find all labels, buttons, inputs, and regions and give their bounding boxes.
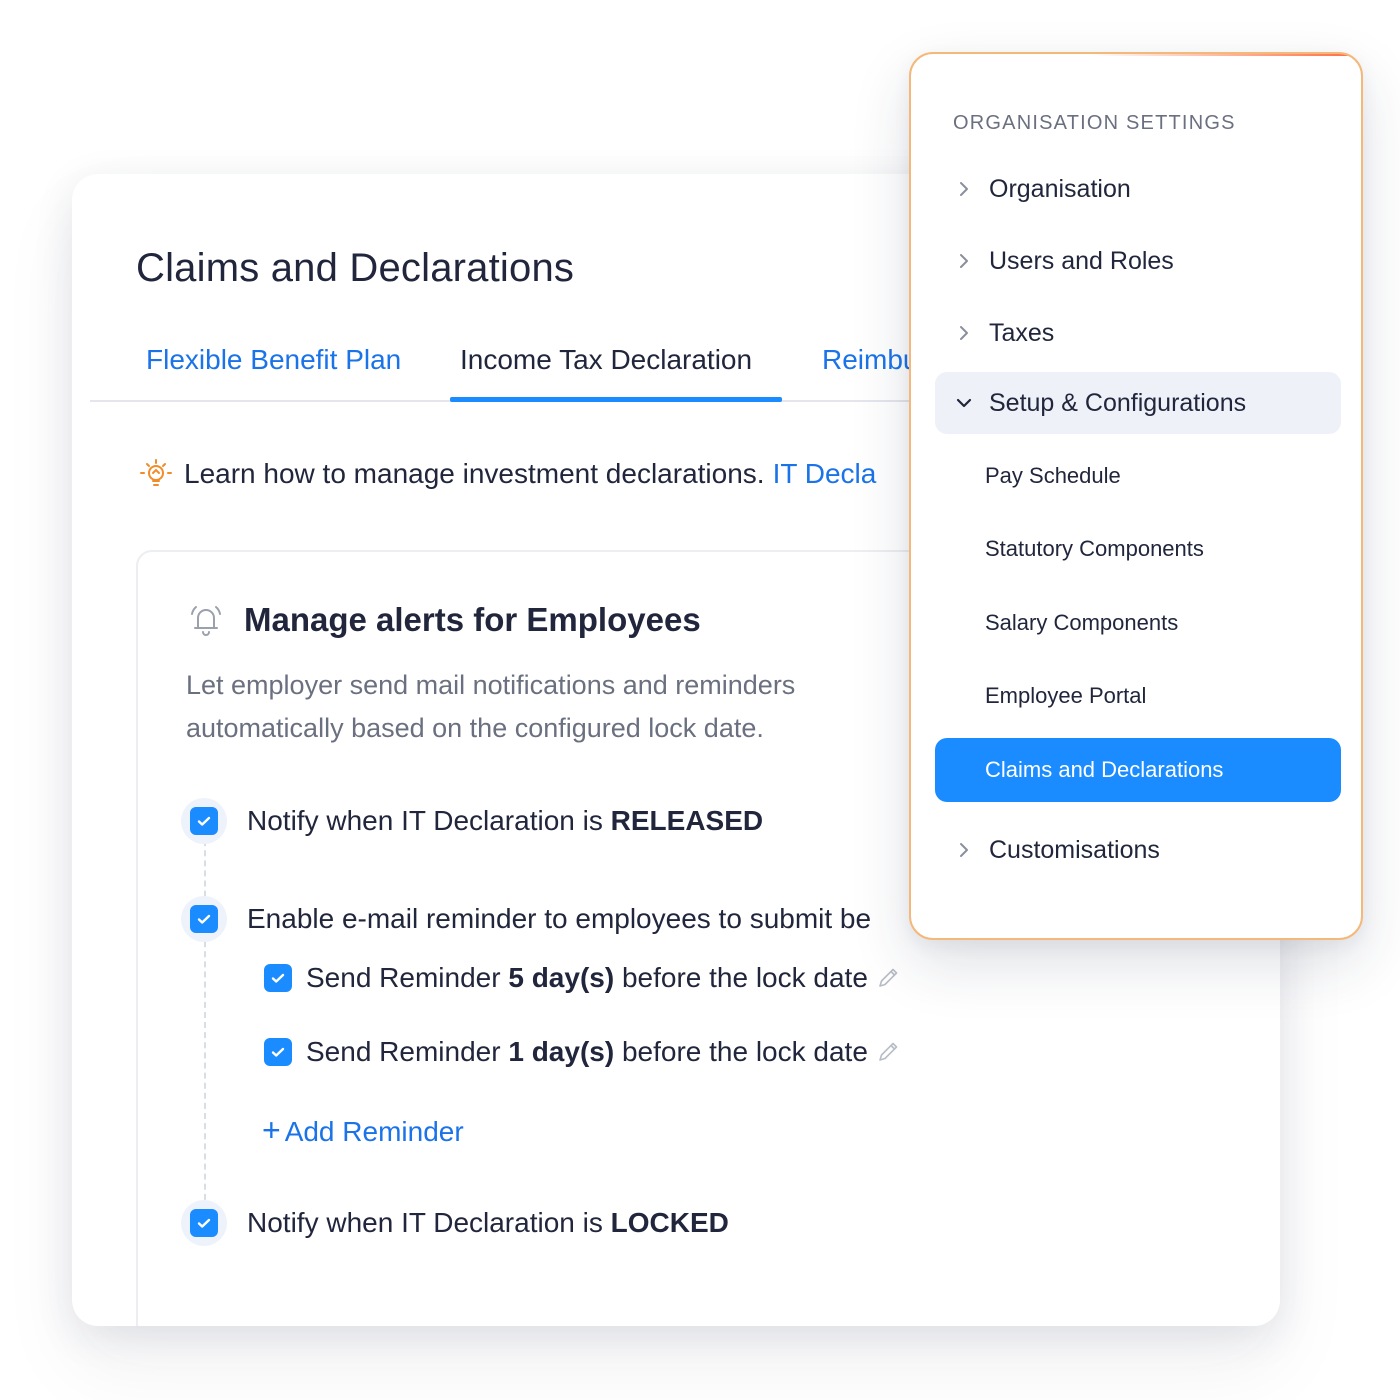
page-title: Claims and Declarations — [136, 246, 575, 290]
sub-item-pay-schedule[interactable]: Pay Schedule — [935, 444, 1341, 508]
tab-flexible-benefit-plan[interactable]: Flexible Benefit Plan — [146, 344, 401, 376]
check-icon — [197, 914, 211, 924]
nav-item-label: Customisations — [989, 835, 1160, 864]
check-icon — [197, 1218, 211, 1228]
learn-text: Learn how to manage investment declarati… — [184, 458, 765, 489]
checkbox-checked[interactable] — [190, 1209, 218, 1237]
alerts-description: Let employer send mail notifications and… — [186, 670, 796, 743]
reminder-days: 5 day(s) — [508, 962, 615, 993]
tab-reimbursement[interactable]: Reimbu — [822, 344, 918, 376]
email-reminder-label: Enable e-mail reminder to employees to s… — [247, 903, 872, 934]
alerts-title: Manage alerts for Employees — [244, 601, 701, 638]
chevron-right-icon — [960, 843, 968, 857]
sub-item-claims-and-declarations[interactable]: Claims and Declarations — [935, 738, 1341, 802]
nav-item-label: Setup & Configurations — [989, 388, 1247, 417]
email-reminder-checkbox[interactable] — [181, 896, 227, 942]
add-reminder-link[interactable]: + Add Reminder — [262, 1112, 464, 1149]
panel-heading: ORGANISATION SETTINGS — [953, 112, 1236, 134]
reminder-suffix: before the lock date — [614, 1036, 868, 1067]
reminder-suffix: before the lock date — [614, 962, 868, 993]
sub-item-employee-portal[interactable]: Employee Portal — [935, 664, 1341, 728]
lightbulb-icon — [140, 459, 172, 486]
checkbox-checked[interactable] — [190, 905, 218, 933]
tab-income-tax-declaration[interactable]: Income Tax Declaration — [460, 344, 752, 376]
reminder-prefix: Send Reminder — [306, 962, 509, 993]
reminder-5-days-checkbox[interactable] — [264, 964, 292, 992]
check-icon — [271, 1047, 285, 1057]
edit-pencil-icon[interactable] — [874, 964, 902, 992]
nav-item-organisation[interactable]: Organisation — [935, 158, 1341, 220]
released-status: RELEASED — [610, 805, 764, 836]
reminder-1-day-checkbox[interactable] — [264, 1038, 292, 1066]
email-reminder-row: Enable e-mail reminder to employees to s… — [181, 896, 871, 942]
chevron-right-icon — [960, 182, 968, 196]
reminder-row: Send Reminder 1 day(s) before the lock d… — [264, 1036, 902, 1068]
check-icon — [271, 973, 285, 983]
nav-item-customisations[interactable]: Customisations — [935, 819, 1341, 881]
notify-locked-checkbox[interactable] — [181, 1200, 227, 1246]
check-icon — [197, 816, 211, 826]
checkbox-checked[interactable] — [190, 807, 218, 835]
notify-released-checkbox[interactable] — [181, 798, 227, 844]
notify-locked-label: Notify when IT Declaration is — [247, 1207, 611, 1238]
locked-status: LOCKED — [610, 1207, 729, 1238]
chevron-down-icon — [956, 398, 972, 408]
add-reminder-button[interactable]: + Add Reminder — [262, 1112, 464, 1149]
notify-released-label: Notify when IT Declaration is — [247, 805, 611, 836]
timeline-connector — [204, 830, 206, 1210]
reminder-prefix: Send Reminder — [306, 1036, 509, 1067]
add-reminder-label: Add Reminder — [284, 1116, 464, 1147]
plus-icon: + — [262, 1112, 281, 1148]
active-tab-indicator — [450, 397, 782, 402]
notify-locked-row: Notify when IT Declaration is LOCKED — [181, 1200, 729, 1246]
sub-item-statutory-components[interactable]: Statutory Components — [935, 517, 1341, 581]
organisation-settings-panel: ORGANISATION SETTINGS Organisation Users… — [909, 52, 1363, 940]
reminder-days: 1 day(s) — [508, 1036, 615, 1067]
nav-item-label: Users and Roles — [989, 246, 1174, 275]
nav-item-taxes[interactable]: Taxes — [935, 302, 1341, 364]
it-declaration-link[interactable]: IT Decla — [773, 458, 877, 490]
reminder-row: Send Reminder 5 day(s) before the lock d… — [264, 962, 902, 994]
learn-banner: Learn how to manage investment declarati… — [136, 454, 876, 494]
nav-item-label: Taxes — [989, 318, 1055, 347]
sub-item-salary-components[interactable]: Salary Components — [935, 591, 1341, 655]
notify-released-row: Notify when IT Declaration is RELEASED — [181, 798, 763, 844]
chevron-right-icon — [960, 254, 968, 268]
nav-item-setup-configurations[interactable]: Setup & Configurations — [935, 372, 1341, 434]
chevron-right-icon — [960, 326, 968, 340]
nav-item-label: Organisation — [989, 174, 1131, 203]
bell-icon — [191, 606, 221, 636]
nav-item-users-and-roles[interactable]: Users and Roles — [935, 230, 1341, 292]
edit-pencil-icon[interactable] — [874, 1038, 902, 1066]
alerts-header: Manage alerts for Employees — [186, 600, 701, 640]
